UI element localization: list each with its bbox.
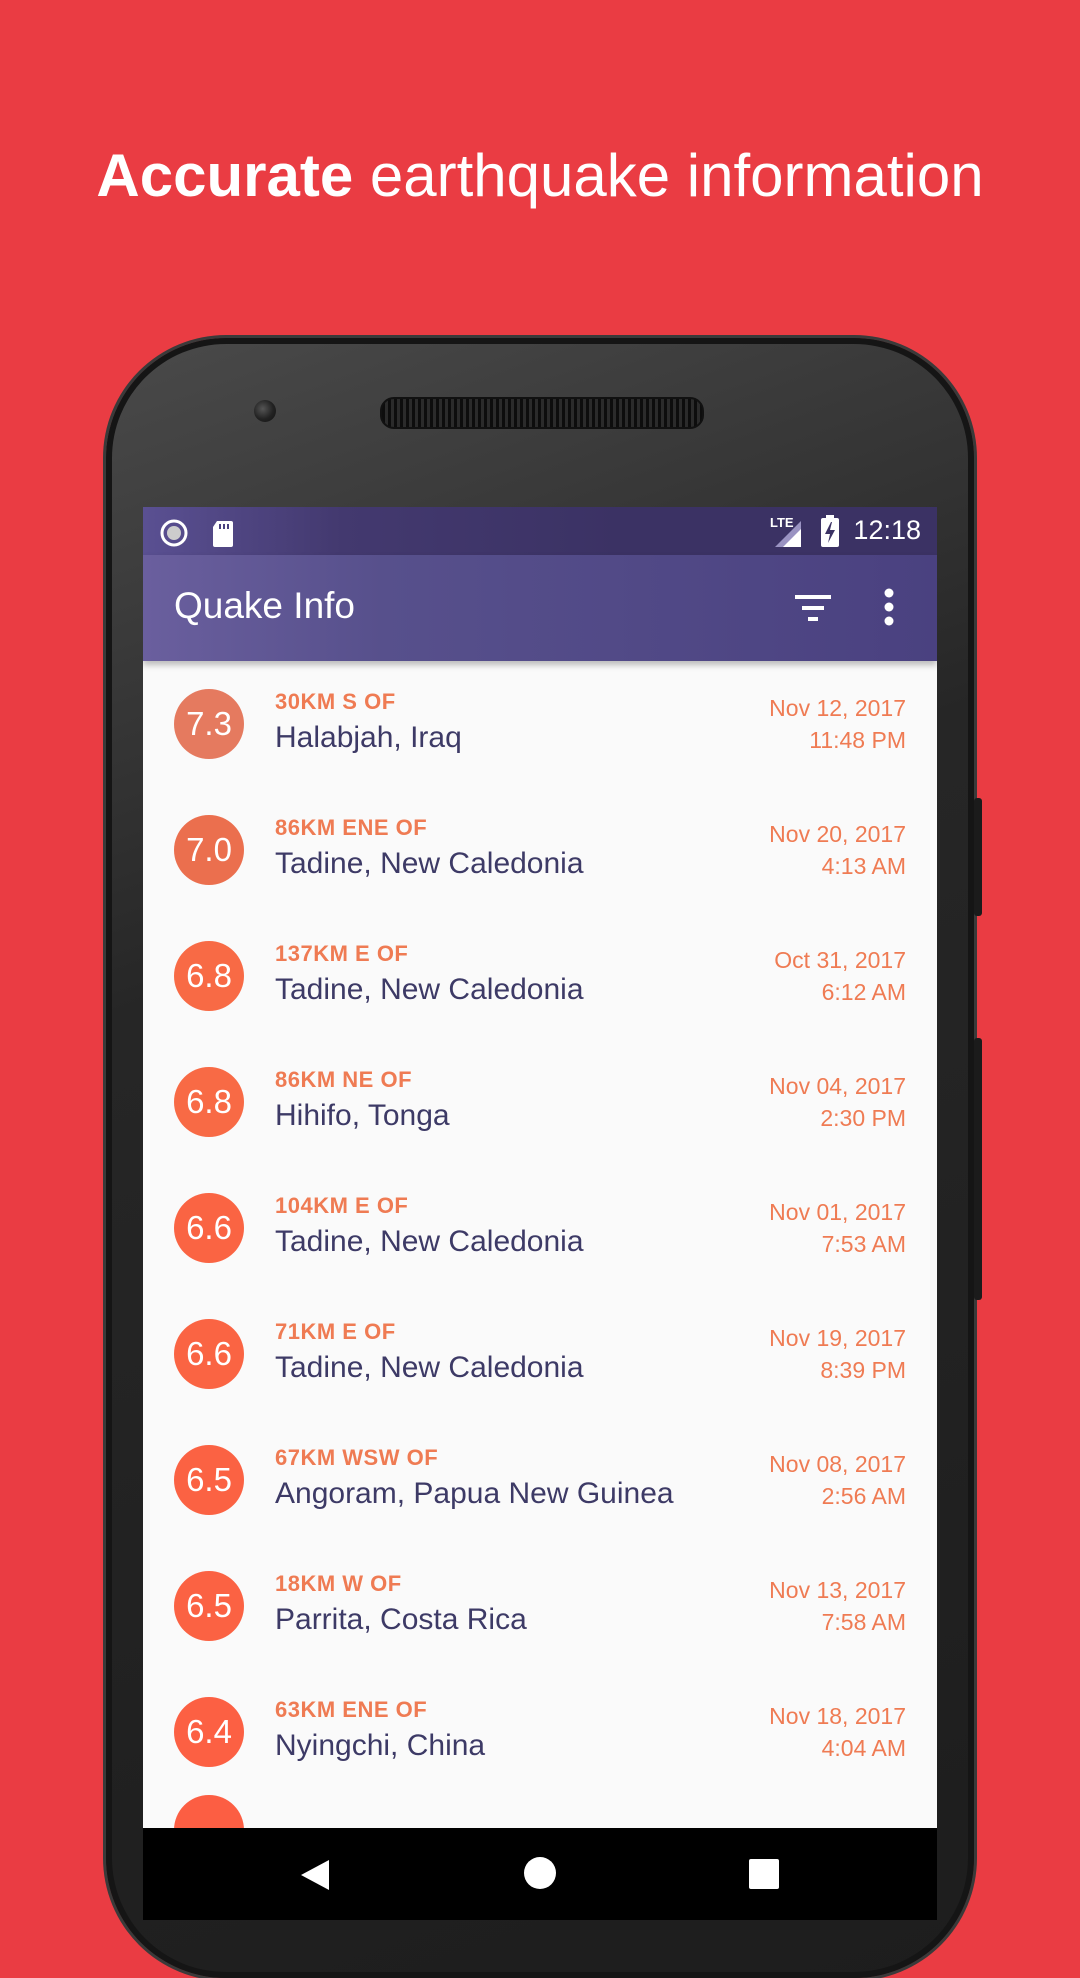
quake-time: 7:53 AM bbox=[821, 1231, 906, 1257]
clock: 12:18 bbox=[853, 515, 921, 545]
list-item[interactable]: 6.4 63KM ENE OF Nyingchi, China Nov 18, 201… bbox=[143, 1669, 937, 1795]
magnitude-badge: 6.8 bbox=[174, 1067, 244, 1137]
home-icon[interactable] bbox=[523, 1856, 557, 1890]
app-title: Quake Info bbox=[174, 585, 356, 626]
speaker-grille bbox=[380, 397, 704, 429]
list-item[interactable]: 6.6 104KM E OF Tadine, New Caledonia Nov 01… bbox=[143, 1165, 937, 1291]
quake-date: Nov 20, 2017 bbox=[769, 821, 906, 847]
quake-date: Nov 12, 2017 bbox=[769, 695, 906, 721]
quake-time: 8:39 PM bbox=[820, 1357, 906, 1383]
back-icon[interactable] bbox=[299, 1858, 331, 1892]
earthquake-list: 7.3 30KM S OF Halabjah, Iraq Nov 12, 2017 11… bbox=[143, 661, 937, 1795]
more-vert-icon[interactable] bbox=[883, 587, 895, 627]
magnitude-badge: 7.3 bbox=[174, 689, 244, 759]
app-bar: Quake Info bbox=[143, 555, 937, 661]
sd-card-icon bbox=[213, 521, 233, 547]
list-item[interactable]: 6.8 86KM NE OF Hihifo, Tonga Nov 04, 2017 2:… bbox=[143, 1039, 937, 1165]
location-primary: Angoram, Papua New Guinea bbox=[275, 1477, 674, 1510]
quake-time: 7:58 AM bbox=[821, 1609, 906, 1635]
quake-date: Nov 19, 2017 bbox=[769, 1325, 906, 1351]
location-primary: Tadine, New Caledonia bbox=[275, 1225, 584, 1258]
list-item[interactable]: 6.5 67KM WSW OF Angoram, Papua New Guinea N… bbox=[143, 1417, 937, 1543]
location-primary: Tadine, New Caledonia bbox=[275, 847, 584, 880]
magnitude-badge: 6.8 bbox=[174, 941, 244, 1011]
quake-time: 11:48 PM bbox=[809, 727, 906, 753]
location-offset: 18KM W OF bbox=[275, 1571, 402, 1596]
location-primary: Nyingchi, China bbox=[275, 1729, 486, 1762]
location-primary: Tadine, New Caledonia bbox=[275, 973, 584, 1006]
location-offset: 30KM S OF bbox=[275, 689, 396, 714]
battery-charging-icon bbox=[821, 515, 839, 547]
headline: Accurate earthquake information bbox=[0, 140, 1080, 212]
quake-date: Nov 04, 2017 bbox=[769, 1073, 906, 1099]
volume-button bbox=[974, 798, 982, 916]
magnitude-badge: 6.5 bbox=[174, 1571, 244, 1641]
location-offset: 86KM ENE OF bbox=[275, 815, 428, 840]
quake-time: 2:56 AM bbox=[821, 1483, 906, 1509]
list-item[interactable]: 6.6 71KM E OF Tadine, New Caledonia Nov 19,… bbox=[143, 1291, 937, 1417]
magnitude-badge: 6.5 bbox=[174, 1445, 244, 1515]
recents-icon[interactable] bbox=[749, 1859, 779, 1889]
navigation-bar bbox=[143, 1828, 937, 1920]
headline-bold: Accurate bbox=[96, 142, 354, 209]
location-offset: 67KM WSW OF bbox=[275, 1445, 439, 1470]
location-offset: 63KM ENE OF bbox=[275, 1697, 428, 1722]
quake-time: 4:04 AM bbox=[821, 1735, 906, 1761]
front-camera bbox=[254, 400, 276, 422]
filter-icon[interactable] bbox=[795, 593, 831, 623]
sync-circle-icon bbox=[160, 519, 188, 547]
location-primary: Parrita, Costa Rica bbox=[275, 1603, 527, 1636]
quake-date: Nov 01, 2017 bbox=[769, 1199, 906, 1225]
quake-date: Nov 18, 2017 bbox=[769, 1703, 906, 1729]
location-offset: 71KM E OF bbox=[275, 1319, 396, 1344]
power-button bbox=[974, 1038, 982, 1300]
signal-icon bbox=[775, 521, 801, 547]
location-offset: 104KM E OF bbox=[275, 1193, 409, 1218]
list-item[interactable]: 6.5 18KM W OF Parrita, Costa Rica Nov 13, 2… bbox=[143, 1543, 937, 1669]
list-item[interactable]: 6.8 137KM E OF Tadine, New Caledonia Oct 31… bbox=[143, 913, 937, 1039]
quake-date: Oct 31, 2017 bbox=[774, 947, 906, 973]
phone-screen: LTE 12:18 Quake Info 7.3 30KM S OF Halabja… bbox=[143, 507, 937, 1920]
list-item[interactable]: 7.0 86KM ENE OF Tadine, New Caledonia Nov 2… bbox=[143, 787, 937, 913]
location-primary: Hihifo, Tonga bbox=[275, 1099, 450, 1132]
magnitude-badge: 6.4 bbox=[174, 1697, 244, 1767]
location-primary: Tadine, New Caledonia bbox=[275, 1351, 584, 1384]
quake-time: 6:12 AM bbox=[821, 979, 906, 1005]
location-primary: Halabjah, Iraq bbox=[275, 721, 462, 754]
list-item[interactable]: 7.3 30KM S OF Halabjah, Iraq Nov 12, 2017 11… bbox=[143, 661, 937, 787]
status-bar: LTE 12:18 bbox=[143, 507, 937, 555]
quake-date: Nov 13, 2017 bbox=[769, 1577, 906, 1603]
magnitude-badge: 6.6 bbox=[174, 1193, 244, 1263]
quake-date: Nov 08, 2017 bbox=[769, 1451, 906, 1477]
location-offset: 86KM NE OF bbox=[275, 1067, 413, 1092]
magnitude-badge: 7.0 bbox=[174, 815, 244, 885]
quake-time: 4:13 AM bbox=[821, 853, 906, 879]
headline-rest: earthquake information bbox=[369, 142, 984, 209]
location-offset: 137KM E OF bbox=[275, 941, 409, 966]
magnitude-badge: 6.6 bbox=[174, 1319, 244, 1389]
quake-time: 2:30 PM bbox=[820, 1105, 906, 1131]
